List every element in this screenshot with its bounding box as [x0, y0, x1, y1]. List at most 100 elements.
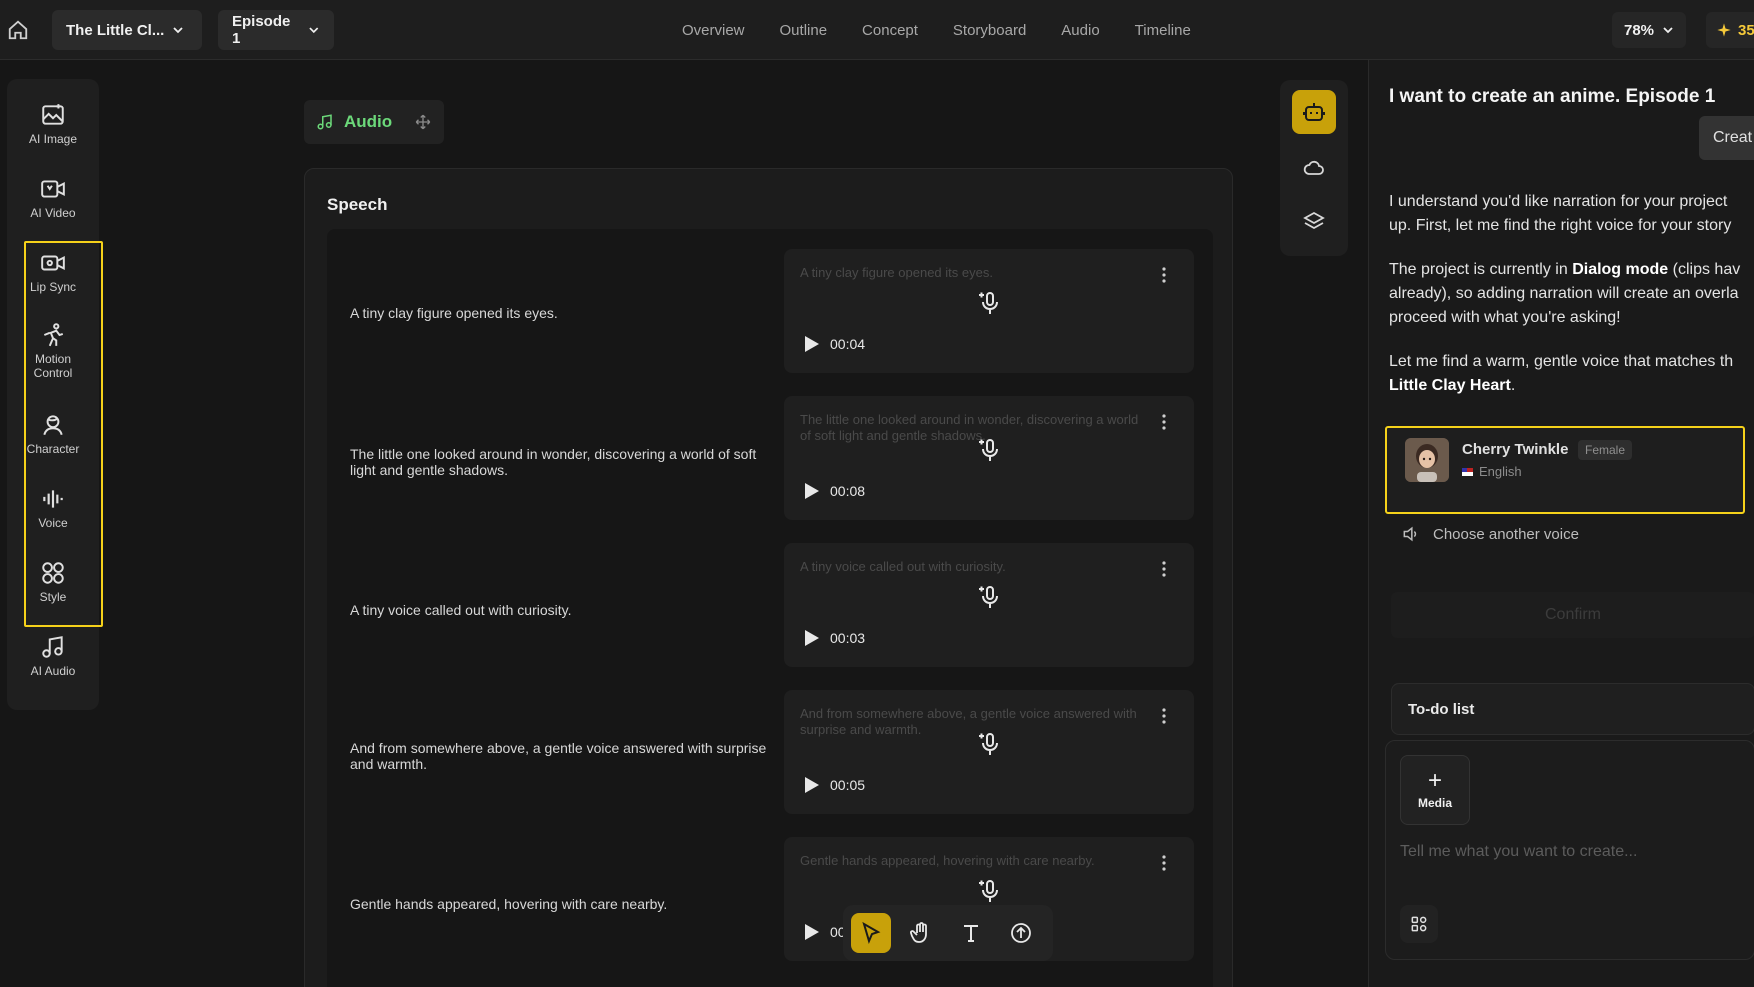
clip-ghost-text: And from somewhere above, a gentle voice…	[800, 706, 1137, 737]
zoom-level: 78%	[1624, 21, 1655, 39]
speech-line-text[interactable]: A tiny voice called out with curiosity.	[350, 602, 770, 618]
play-icon	[805, 924, 819, 940]
nav-outline[interactable]: Outline	[780, 22, 828, 39]
speech-line-text[interactable]: Gentle hands appeared, hovering with car…	[350, 896, 770, 912]
chat-line: I understand you'd like narration for yo…	[1389, 193, 1728, 210]
voice-language: English	[1462, 464, 1522, 479]
clip-duration: 00:05	[830, 777, 866, 793]
zoom-dropdown[interactable]: 78%	[1612, 12, 1687, 48]
nav-storyboard[interactable]: Storyboard	[953, 22, 1026, 39]
more-options-icon[interactable]	[1154, 412, 1174, 432]
play-control[interactable]: 00:08	[804, 482, 865, 500]
chat-text: .	[1510, 377, 1516, 394]
audio-clip-card[interactable]: A tiny voice called out with curiosity. …	[784, 543, 1194, 667]
todo-list-header[interactable]: To-do list	[1391, 683, 1754, 735]
audio-section-chip[interactable]: Audio	[304, 100, 445, 144]
record-mic-icon[interactable]	[977, 877, 1003, 905]
project-title: The Little Cl...	[66, 21, 165, 39]
layers-button[interactable]	[1292, 200, 1336, 244]
move-icon[interactable]	[414, 113, 432, 131]
more-options-icon[interactable]	[1154, 265, 1174, 285]
audio-clip-card[interactable]: The little one looked around in wonder, …	[784, 396, 1194, 520]
apps-icon	[1411, 916, 1427, 932]
select-tool-button[interactable]	[851, 913, 891, 953]
text-tool-button[interactable]	[951, 913, 991, 953]
tool-lip-sync[interactable]: Lip Sync	[7, 237, 99, 307]
play-control[interactable]: 00	[804, 923, 846, 941]
add-media-button[interactable]: + Media	[1400, 755, 1470, 825]
tools-button[interactable]	[1400, 905, 1438, 943]
voice-language-label: English	[1479, 464, 1522, 479]
pan-tool-button[interactable]	[901, 913, 941, 953]
record-mic-icon[interactable]	[977, 436, 1003, 464]
tool-style[interactable]: Style	[7, 547, 99, 617]
cursor-icon	[862, 921, 881, 944]
voice-icon	[43, 490, 63, 508]
tool-rail: AI Image AI Video Lip Sync Motion Contro…	[7, 79, 99, 710]
speech-row: And from somewhere above, a gentle voice…	[327, 670, 1213, 814]
chat-bold-text: Dialog mode	[1572, 261, 1669, 278]
project-dropdown[interactable]: The Little Cl...	[52, 10, 202, 50]
play-icon	[805, 777, 819, 793]
tool-ai-video[interactable]: AI Video	[7, 163, 99, 233]
nav-concept[interactable]: Concept	[862, 22, 918, 39]
assistant-toolbar	[1280, 80, 1348, 256]
create-button[interactable]: Creat	[1699, 116, 1754, 160]
speech-line-text[interactable]: The little one looked around in wonder, …	[350, 446, 770, 478]
nav-overview[interactable]: Overview	[682, 22, 745, 39]
motion-control-icon	[43, 323, 64, 347]
play-control[interactable]: 00:05	[804, 776, 865, 794]
cloud-button[interactable]	[1292, 146, 1336, 190]
speech-row: The little one looked around in wonder, …	[327, 376, 1213, 520]
tool-voice[interactable]: Voice	[7, 473, 99, 543]
more-options-icon[interactable]	[1154, 853, 1174, 873]
upload-icon	[1011, 923, 1031, 943]
home-icon[interactable]	[7, 19, 29, 41]
clip-ghost-text: Gentle hands appeared, hovering with car…	[800, 853, 1095, 868]
credits-badge[interactable]: 35	[1706, 12, 1754, 48]
chevron-down-icon	[309, 27, 319, 34]
chat-input[interactable]	[1400, 843, 1740, 861]
episode-label: Episode 1	[232, 13, 291, 47]
speech-line-text[interactable]: A tiny clay figure opened its eyes.	[350, 305, 770, 321]
tool-ai-audio[interactable]: AI Audio	[7, 621, 99, 691]
hand-icon	[910, 922, 927, 943]
record-mic-icon[interactable]	[977, 583, 1003, 611]
record-mic-icon[interactable]	[977, 289, 1003, 317]
audio-clip-card[interactable]: A tiny clay figure opened its eyes. 00:0…	[784, 249, 1194, 373]
play-control[interactable]: 00:04	[804, 335, 865, 353]
tool-motion-control[interactable]: Motion Control	[7, 311, 99, 391]
audio-chip-label: Audio	[344, 112, 393, 131]
play-icon	[805, 630, 819, 646]
tool-label: Lip Sync	[29, 280, 77, 294]
chat-line: proceed with what you're asking!	[1389, 309, 1621, 326]
music-note-icon	[317, 114, 332, 130]
chat-message-2: The project is currently in Dialog mode …	[1389, 258, 1754, 330]
audio-clip-card[interactable]: And from somewhere above, a gentle voice…	[784, 690, 1194, 814]
more-options-icon[interactable]	[1154, 706, 1174, 726]
record-mic-icon[interactable]	[977, 730, 1003, 758]
chat-bold-text: Little Clay Heart	[1389, 377, 1511, 394]
nav-audio[interactable]: Audio	[1061, 22, 1099, 39]
episode-dropdown[interactable]: Episode 1	[218, 10, 334, 50]
chat-line: up. First, let me find the right voice f…	[1389, 217, 1732, 234]
tool-character[interactable]: Character	[7, 399, 99, 469]
style-icon	[42, 562, 64, 584]
play-control[interactable]: 00:03	[804, 629, 865, 647]
play-icon	[805, 336, 819, 352]
voice-option-card[interactable]: Cherry Twinkle Female English	[1385, 426, 1745, 514]
tool-label: AI Image	[28, 132, 78, 146]
chat-line: Let me find a warm, gentle voice that ma…	[1389, 353, 1734, 370]
chat-message-1: I understand you'd like narration for yo…	[1389, 190, 1754, 238]
upload-tool-button[interactable]	[1001, 913, 1041, 953]
cloud-icon	[1303, 160, 1324, 175]
confirm-button[interactable]: Confirm	[1391, 592, 1754, 638]
more-options-icon[interactable]	[1154, 559, 1174, 579]
speech-line-text[interactable]: And from somewhere above, a gentle voice…	[350, 740, 770, 772]
tool-ai-image[interactable]: AI Image	[7, 89, 99, 159]
assistant-button[interactable]	[1292, 90, 1336, 134]
chevron-down-icon	[1663, 27, 1673, 34]
choose-another-voice-button[interactable]: Choose another voice	[1401, 524, 1579, 544]
speech-row: A tiny voice called out with curiosity. …	[327, 523, 1213, 667]
nav-timeline[interactable]: Timeline	[1135, 22, 1191, 39]
